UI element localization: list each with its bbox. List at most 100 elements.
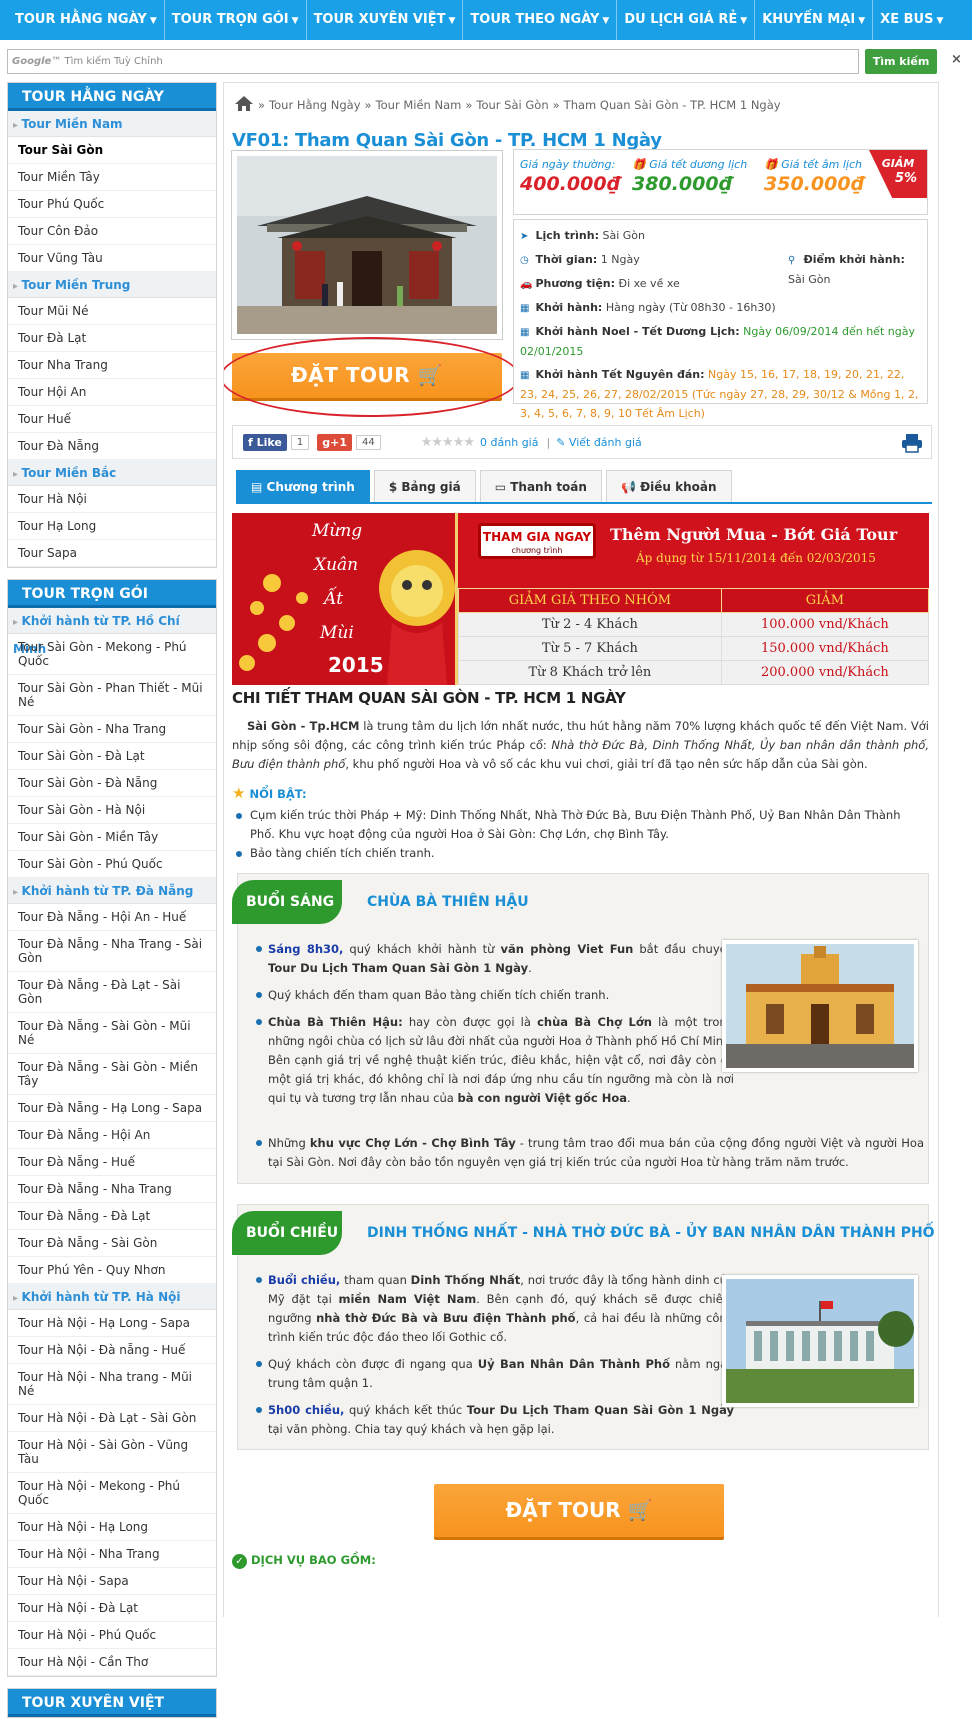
social-bar: f Like 1 g+1 44 ★★★★★ 0 đánh giá | ✎ Viế… xyxy=(232,425,932,459)
nav-item-bus[interactable]: XE BUS ▼ xyxy=(873,0,950,40)
home-icon[interactable] xyxy=(234,95,254,115)
sidebar-link[interactable]: Tour Đà Nẵng - Nha Trang - Sài Gòn xyxy=(8,931,216,972)
sidebar-group[interactable]: Khởi hành từ TP. Hà Nội xyxy=(8,1284,216,1310)
nav-item-package[interactable]: TOUR TRỌN GÓI ▼ xyxy=(165,0,307,40)
sidebar-link[interactable]: Tour Đà Nẵng - Hội An xyxy=(8,1122,216,1149)
tab-terms[interactable]: 📢 Điều khoản xyxy=(605,470,732,502)
order-tour-button[interactable]: ĐẶT TOUR 🛒 xyxy=(224,337,520,417)
sidebar-group[interactable]: Tour Miền Bắc xyxy=(8,460,216,486)
breadcrumb: » Tour Hằng Ngày » Tour Miền Nam » Tour Sài… xyxy=(234,93,781,117)
rating-stars[interactable]: ★★★★★ xyxy=(421,435,475,450)
info-schedule: ➤ Lịch trình: Sài Gòn xyxy=(520,226,921,246)
sidebar-link[interactable]: Tour Hà Nội - Cần Thơ xyxy=(8,1649,216,1676)
sidebar-link[interactable]: Tour Nha Trang xyxy=(8,352,216,379)
section-tag: BUỔI CHIỀU xyxy=(232,1211,342,1255)
sidebar-link[interactable]: Tour Đà Lạt xyxy=(8,325,216,352)
write-review-link[interactable]: ✎ Viết đánh giá xyxy=(556,436,642,449)
sidebar-link[interactable]: Tour Hà Nội - Đà nẵng - Huế xyxy=(8,1337,216,1364)
sidebar-link[interactable]: Tour Mũi Né xyxy=(8,298,216,325)
search-button[interactable]: Tìm kiếm xyxy=(865,49,937,74)
breadcrumb-link[interactable]: Tour Miền Nam xyxy=(376,98,462,112)
sidebar-link[interactable]: Tour Phú Quốc xyxy=(8,191,216,218)
sidebar-link[interactable]: Tour Hà Nội - Nha trang - Mũi Né xyxy=(8,1364,216,1405)
highlight-heading: ★ NỔI BẬT: xyxy=(232,784,307,802)
calendar-icon: ▦ xyxy=(520,303,530,314)
sidebar-link[interactable]: Tour Sài Gòn - Miền Tây xyxy=(8,824,216,851)
tab-program[interactable]: ▤ Chương trình xyxy=(236,470,370,502)
table-header: GIẢM xyxy=(720,588,929,613)
sidebar-link[interactable]: Tour Hà Nội - Sapa xyxy=(8,1568,216,1595)
sidebar-link[interactable]: Tour Sài Gòn - Phú Quốc xyxy=(8,851,216,878)
sidebar-link[interactable]: Tour Hà Nội - Sài Gòn - Vũng Tàu xyxy=(8,1432,216,1473)
sidebar-link[interactable]: Tour Hà Nội - Nha Trang xyxy=(8,1541,216,1568)
sidebar-group[interactable]: Tour Miền Nam xyxy=(8,111,216,137)
sidebar-link[interactable]: Tour Đà Nẵng - Huế xyxy=(8,1149,216,1176)
sidebar-group[interactable]: Tour Miền Trung xyxy=(8,272,216,298)
chevron-down-icon: ▼ xyxy=(291,16,299,26)
price-lunar-new-year: 🎁 Giá tết âm lịch 350.000₫ xyxy=(764,158,864,195)
gplus-button[interactable]: g+1 xyxy=(317,433,353,451)
sidebar-link[interactable]: Tour Hà Nội - Hạ Long - Sapa xyxy=(8,1310,216,1337)
sidebar-link[interactable]: Tour Hà Nội xyxy=(8,486,216,513)
sidebar-link[interactable]: Tour Sài Gòn - Hà Nội xyxy=(8,797,216,824)
chevron-down-icon: ▼ xyxy=(740,16,748,26)
facebook-like-button[interactable]: f Like xyxy=(243,433,287,451)
sidebar-link[interactable]: Tour Hội An xyxy=(8,379,216,406)
join-now-badge[interactable]: THAM GIA NGAY chương trình xyxy=(478,523,596,559)
megaphone-icon: 📢 xyxy=(620,480,641,494)
breadcrumb-link[interactable]: Tour Sài Gòn xyxy=(476,98,548,112)
nav-item-daily[interactable]: TOUR HẰNG NGÀY ▼ xyxy=(8,0,165,40)
nav-item-cross-country[interactable]: TOUR XUYÊN VIỆT ▼ xyxy=(307,0,464,40)
nav-item-by-day[interactable]: TOUR THEO NGÀY ▼ xyxy=(463,0,618,40)
sidebar-heading[interactable]: TOUR XUYÊN VIỆT xyxy=(8,1689,216,1717)
sidebar-heading[interactable]: TOUR TRỌN GÓI xyxy=(8,580,216,608)
sidebar-link[interactable]: Tour Huế xyxy=(8,406,216,433)
sidebar-link[interactable]: Tour Đà Nẵng - Sài Gòn xyxy=(8,1230,216,1257)
sidebar-heading[interactable]: TOUR HẰNG NGÀY xyxy=(8,83,216,111)
tab-payment[interactable]: ▭ Thanh toán xyxy=(479,470,602,502)
sidebar-link[interactable]: Tour Đà Nẵng - Hạ Long - Sapa xyxy=(8,1095,216,1122)
price-value: 350.000₫ xyxy=(764,173,864,195)
sidebar-link[interactable]: Tour Hà Nội - Phú Quốc xyxy=(8,1622,216,1649)
sidebar-link[interactable]: Tour Đà Nẵng - Sài Gòn - Mũi Né xyxy=(8,1013,216,1054)
sidebar-link[interactable]: Tour Hà Nội - Đà Lạt xyxy=(8,1595,216,1622)
sidebar-link[interactable]: Tour Sài Gòn - Đà Nẵng xyxy=(8,770,216,797)
sidebar-link[interactable]: Tour Đà Nẵng - Đà Lạt - Sài Gòn xyxy=(8,972,216,1013)
sidebar-link[interactable]: Tour Côn Đảo xyxy=(8,218,216,245)
sidebar-link[interactable]: Tour Sài Gòn xyxy=(8,137,216,164)
sidebar-link[interactable]: Tour Vũng Tàu xyxy=(8,245,216,272)
sidebar-link[interactable]: Tour Đà Nẵng - Nha Trang xyxy=(8,1176,216,1203)
sidebar-link[interactable]: Tour Sài Gòn - Phan Thiết - Mũi Né xyxy=(8,675,216,716)
rating-count[interactable]: 0 đánh giá xyxy=(480,436,538,449)
sidebar-link[interactable]: Tour Đà Nẵng - Sài Gòn - Miền Tây xyxy=(8,1054,216,1095)
sidebar-link[interactable]: Tour Hà Nội - Mekong - Phú Quốc xyxy=(8,1473,216,1514)
close-icon[interactable]: × xyxy=(951,52,965,70)
sidebar-link[interactable]: Tour Đà Nẵng xyxy=(8,433,216,460)
nav-item-promo[interactable]: KHUYẾN MẠI ▼ xyxy=(755,0,874,40)
calendar-icon: ▦ xyxy=(520,327,530,338)
location-icon: ➤ xyxy=(520,231,529,242)
sidebar-link[interactable]: Tour Miền Tây xyxy=(8,164,216,191)
sidebar-link[interactable]: Tour Sài Gòn - Đà Lạt xyxy=(8,743,216,770)
discount-badge: GIẢM 5% xyxy=(869,150,927,198)
sidebar-link[interactable]: Tour Đà Nẵng - Hội An - Huế xyxy=(8,904,216,931)
section-body: Buổi chiều, tham quan Dinh Thống Nhất, n… xyxy=(256,1271,734,1447)
sidebar-link[interactable]: Tour Hà Nội - Đà Lạt - Sài Gòn xyxy=(8,1405,216,1432)
nav-item-cheap[interactable]: DU LỊCH GIÁ RẺ ▼ xyxy=(617,0,756,40)
sidebar-link[interactable]: Tour Đà Nẵng - Đà Lạt xyxy=(8,1203,216,1230)
search-input[interactable]: Google™ Tìm kiếm Tuỳ Chỉnh xyxy=(7,49,859,74)
sidebar-link[interactable]: Tour Hạ Long xyxy=(8,513,216,540)
sidebar-group[interactable]: Khởi hành từ TP. Hồ Chí Minh xyxy=(8,608,216,656)
sidebar-link[interactable]: Tour Sapa xyxy=(8,540,216,567)
breadcrumb-link[interactable]: Tour Hằng Ngày xyxy=(269,98,360,112)
gift-icon: 🎁 xyxy=(632,158,650,171)
sidebar-link[interactable]: Tour Sài Gòn - Nha Trang xyxy=(8,716,216,743)
info-depart: ▦ Khởi hành: Hàng ngày (Từ 08h30 - 16h30… xyxy=(520,298,921,318)
sidebar-group[interactable]: Khởi hành từ TP. Đà Nẵng xyxy=(8,878,216,904)
order-tour-button-bottom[interactable]: ĐẶT TOUR 🛒 xyxy=(434,1484,724,1540)
tab-price-table[interactable]: $ Bảng giá xyxy=(373,470,476,502)
print-icon[interactable] xyxy=(901,433,922,453)
sidebar-link[interactable]: Tour Phú Yên - Quy Nhơn xyxy=(8,1257,216,1284)
sidebar-link[interactable]: Tour Hà Nội - Hạ Long xyxy=(8,1514,216,1541)
sidebar-link[interactable]: Tour Sài Gòn - Mekong - Phú Quốc xyxy=(8,634,216,675)
